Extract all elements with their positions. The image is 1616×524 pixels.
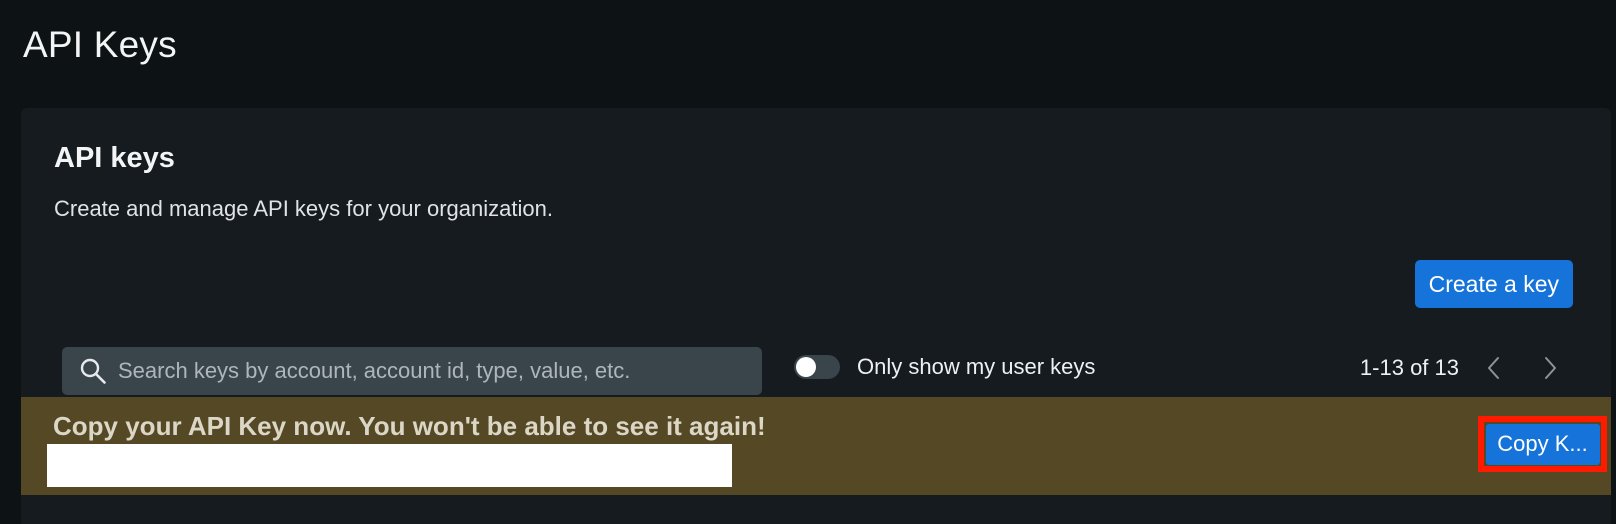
api-key-value-field[interactable]	[47, 444, 732, 487]
copy-button-highlight: Copy K...	[1478, 416, 1607, 472]
previous-page-button[interactable]	[1473, 351, 1515, 385]
chevron-right-icon	[1545, 357, 1556, 379]
api-keys-card: API keys Create and manage API keys for …	[21, 108, 1611, 524]
card-subtitle: Create and manage API keys for your orga…	[54, 196, 553, 221]
chevron-left-icon	[1488, 357, 1499, 379]
create-key-button[interactable]: Create a key	[1414, 260, 1573, 308]
user-keys-toggle[interactable]	[794, 355, 840, 379]
api-keys-page: API Keys API keys Create and manage API …	[0, 0, 1616, 524]
user-keys-filter: Only show my user keys	[794, 354, 1095, 380]
search-input[interactable]	[116, 346, 762, 396]
new-key-banner: Copy your API Key now. You won't be able…	[21, 397, 1611, 495]
page-title: API Keys	[23, 24, 177, 65]
card-title: API keys	[54, 142, 175, 174]
next-page-button[interactable]	[1529, 351, 1571, 385]
pagination: 1-13 of 13	[1360, 351, 1571, 385]
copy-key-button[interactable]: Copy K...	[1485, 423, 1600, 465]
banner-message: Copy your API Key now. You won't be able…	[53, 411, 766, 441]
toggle-knob	[796, 357, 816, 377]
search-icon	[78, 356, 108, 386]
page-range-text: 1-13 of 13	[1359, 355, 1459, 380]
search-box[interactable]	[62, 346, 762, 396]
user-keys-toggle-label: Only show my user keys	[857, 354, 1096, 379]
